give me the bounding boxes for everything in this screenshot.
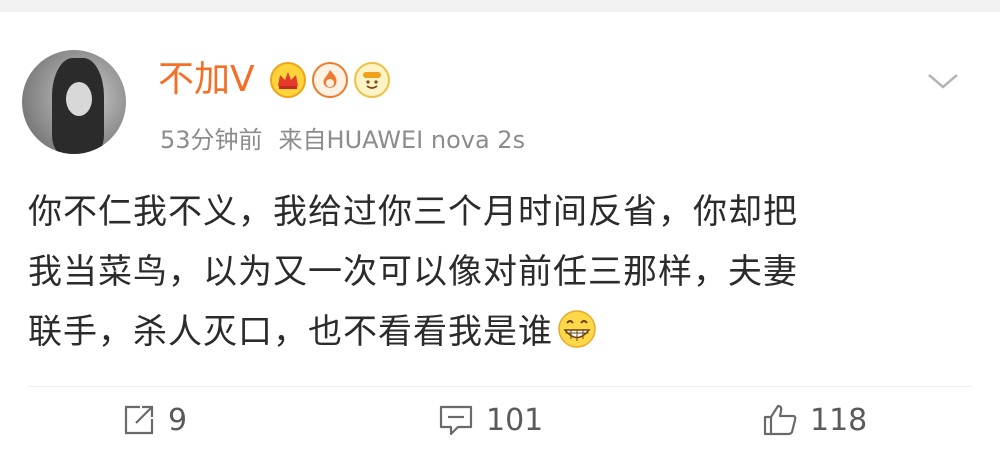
weibo-post-card: 不加V 53分钟前 来自HUAWEI nova 2s 你不仁我不义，我给过你三个…	[0, 12, 1000, 466]
post-text-line-last: 联手，杀人灭口，也不看看我是谁	[28, 302, 958, 362]
repost-button[interactable]: 9	[122, 398, 187, 442]
face-badge-icon[interactable]	[354, 62, 390, 98]
like-button[interactable]: 118	[762, 398, 867, 442]
repost-count: 9	[168, 402, 188, 438]
post-text-line: 你不仁我不义，我给过你三个月时间反省，你却把	[28, 192, 798, 232]
chevron-down-icon[interactable]	[926, 70, 960, 92]
comment-icon	[439, 405, 473, 436]
comment-count: 101	[486, 402, 544, 438]
crown-badge-icon[interactable]	[270, 62, 306, 98]
post-time: 53分钟前	[160, 126, 263, 154]
flame-badge-icon[interactable]	[312, 62, 348, 98]
avatar[interactable]	[22, 50, 126, 154]
post-meta: 53分钟前 来自HUAWEI nova 2s	[160, 124, 525, 156]
grinning-face-icon	[558, 310, 596, 348]
post-text-line: 我当菜鸟，以为又一次可以像对前任三那样，夫妻	[28, 252, 798, 292]
post-source: 来自HUAWEI nova 2s	[278, 126, 526, 154]
user-badges	[270, 62, 390, 102]
username[interactable]: 不加V	[158, 60, 255, 100]
like-count: 118	[810, 402, 868, 438]
comment-button[interactable]: 101	[438, 398, 543, 442]
action-bar: 9 101 118	[0, 388, 1000, 454]
avatar-face	[66, 82, 92, 116]
thumbs-up-icon	[763, 404, 797, 436]
post-text: 你不仁我不义，我给过你三个月时间反省，你却把 我当菜鸟，以为又一次可以像对前任三…	[28, 182, 958, 362]
post-text-line: 联手，杀人灭口，也不看看我是谁	[28, 312, 553, 352]
divider	[28, 386, 972, 387]
repost-icon	[124, 405, 154, 435]
